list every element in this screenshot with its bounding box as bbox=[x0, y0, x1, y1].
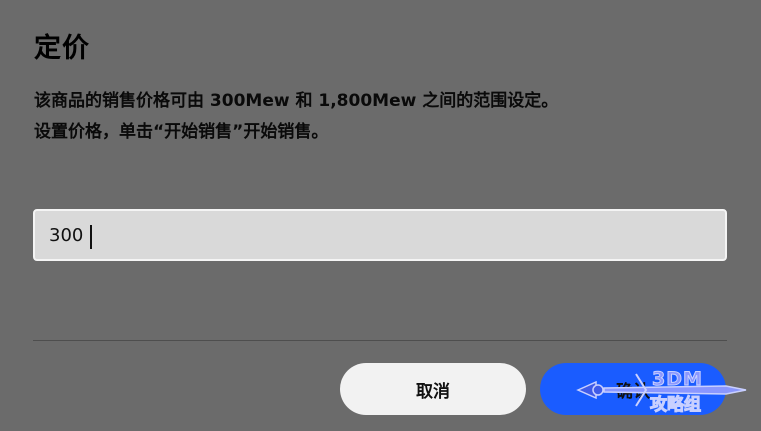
text-caret bbox=[90, 225, 92, 249]
dialog-description-instruction: 设置价格，单击“开始销售”开始销售。 bbox=[34, 122, 329, 142]
confirm-button[interactable]: 确认 bbox=[540, 363, 726, 415]
dialog-title: 定价 bbox=[34, 33, 90, 64]
dialog-description-range: 该商品的销售价格可由 300Mew 和 1,800Mew 之间的范围设定。 bbox=[34, 91, 559, 111]
price-input-container[interactable] bbox=[33, 209, 727, 261]
divider bbox=[33, 340, 727, 341]
cancel-button[interactable]: 取消 bbox=[340, 363, 526, 415]
price-input[interactable] bbox=[35, 211, 725, 259]
price-dialog: 定价 该商品的销售价格可由 300Mew 和 1,800Mew 之间的范围设定。… bbox=[0, 0, 761, 431]
